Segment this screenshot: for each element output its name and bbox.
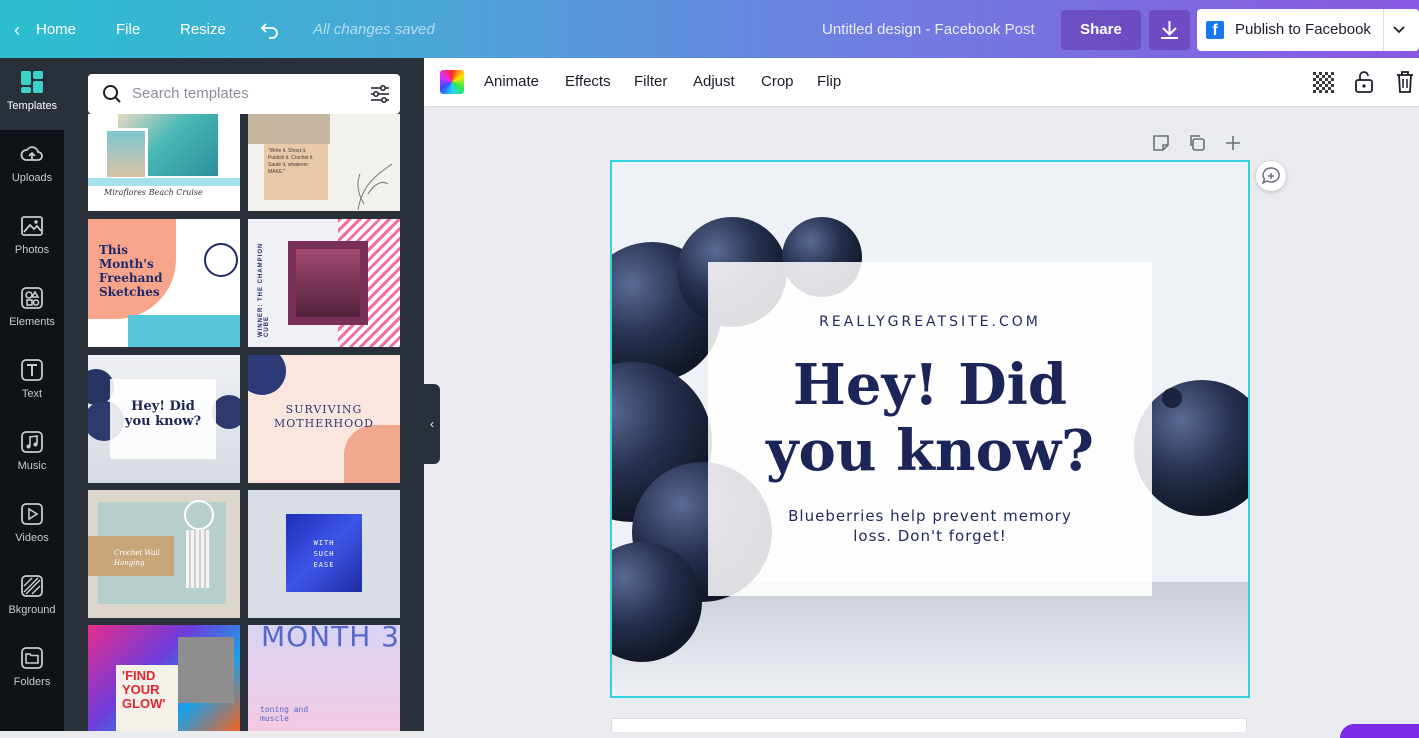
- rail-item-photos[interactable]: Photos: [0, 202, 64, 274]
- template-caption: Hey! Did you know?: [124, 399, 202, 429]
- body-line: Blueberries help prevent memory: [788, 507, 1072, 525]
- rail-label: Videos: [15, 532, 49, 544]
- template-thumbnail[interactable]: Hey! Did you know?: [88, 355, 240, 483]
- save-status: All changes saved: [313, 21, 435, 38]
- template-thumbnail[interactable]: Crochet Wall Hanging: [88, 490, 240, 618]
- template-caption: This Month's Freehand Sketches: [99, 243, 163, 299]
- rail-label: Text: [21, 388, 43, 400]
- template-thumbnail[interactable]: 'FIND YOUR GLOW': [88, 625, 240, 731]
- editor-toolbar: Animate Effects Filter Adjust Crop Flip: [424, 58, 1419, 107]
- upload-cloud-icon: [20, 146, 43, 161]
- template-caption: "Write it. Shoot it. Publish it. Crochet…: [268, 148, 314, 175]
- file-menu[interactable]: File: [116, 0, 140, 58]
- template-thumbnail[interactable]: MONTH 3 toning and muscle: [248, 625, 400, 731]
- search-icon: [103, 85, 121, 103]
- folder-icon: [21, 647, 43, 669]
- design-canvas[interactable]: REALLYGREATSITE.COM Hey! Did you know? B…: [610, 160, 1250, 698]
- headline-text[interactable]: Hey! Did you know?: [708, 352, 1152, 484]
- template-thumbnail[interactable]: "Write it. Shoot it. Publish it. Crochet…: [248, 114, 400, 211]
- templates-icon: [21, 71, 43, 93]
- top-bar: ‹ Home File Resize All changes saved Unt…: [0, 0, 1419, 58]
- chevron-down-icon[interactable]: [1392, 24, 1406, 36]
- animate-button[interactable]: Animate: [484, 58, 539, 106]
- home-button[interactable]: Home: [36, 0, 76, 58]
- rail-item-background[interactable]: Bkground: [0, 562, 64, 634]
- music-note-icon: [21, 431, 43, 453]
- filter-button[interactable]: Filter: [634, 58, 667, 106]
- note-icon[interactable]: [1152, 134, 1170, 152]
- flip-button[interactable]: Flip: [817, 58, 841, 106]
- rail-label: Uploads: [11, 172, 53, 184]
- add-comment-button[interactable]: [1256, 161, 1286, 191]
- download-button[interactable]: [1149, 10, 1190, 50]
- template-caption: SURVIVING MOTHERHOOD: [274, 403, 374, 430]
- rail-item-videos[interactable]: Videos: [0, 490, 64, 562]
- template-caption: 'FIND YOUR GLOW': [122, 668, 166, 711]
- color-picker-icon[interactable]: [440, 70, 464, 94]
- text-icon: [21, 359, 43, 381]
- chevron-left-icon[interactable]: ‹: [14, 0, 20, 58]
- unlock-icon[interactable]: [1354, 70, 1374, 94]
- effects-button[interactable]: Effects: [565, 58, 611, 106]
- help-button[interactable]: [1340, 724, 1419, 738]
- divider: [1383, 9, 1384, 51]
- adjust-button[interactable]: Adjust: [693, 58, 735, 106]
- template-subcaption: toning and muscle: [260, 705, 309, 723]
- rail-item-music[interactable]: Music: [0, 418, 64, 490]
- rail-label: Templates: [6, 100, 58, 112]
- next-page-preview[interactable]: [611, 718, 1247, 732]
- site-url-text[interactable]: REALLYGREATSITE.COM: [708, 314, 1152, 330]
- template-thumbnail[interactable]: This Month's Freehand Sketches: [88, 219, 240, 347]
- search-input[interactable]: Search templates: [132, 74, 249, 114]
- rail-label: Elements: [9, 316, 55, 328]
- template-thumbnail[interactable]: WINNER: THE CHAMPION CUBE: [248, 219, 400, 347]
- photo-icon: [21, 216, 43, 236]
- template-thumbnail[interactable]: SURVIVING MOTHERHOOD: [248, 355, 400, 483]
- body-line: loss. Don't forget!: [853, 527, 1007, 545]
- headline-line: you know?: [766, 418, 1094, 484]
- crop-button[interactable]: Crop: [761, 58, 794, 106]
- template-caption: WITH SUCH EASE: [313, 539, 335, 569]
- design-title[interactable]: Untitled design - Facebook Post: [822, 0, 1035, 58]
- trash-icon[interactable]: [1395, 70, 1415, 94]
- rail-label: Music: [17, 460, 47, 472]
- leaf-illustration: [357, 163, 393, 210]
- rail-label: Photos: [14, 244, 50, 256]
- rail-item-elements[interactable]: Elements: [0, 274, 64, 346]
- headline-line: Hey! Did: [792, 352, 1068, 418]
- filter-sliders-icon[interactable]: [369, 84, 391, 104]
- rail-item-text[interactable]: Text: [0, 346, 64, 418]
- template-caption: WINNER: THE CHAMPION CUBE: [258, 242, 270, 337]
- side-rail: Templates Uploads Photos Elements Text M…: [0, 58, 64, 731]
- rail-label: Folders: [13, 676, 51, 688]
- download-icon: [1161, 21, 1178, 39]
- transparency-icon[interactable]: [1313, 72, 1334, 93]
- duplicate-page-icon[interactable]: [1188, 134, 1206, 152]
- text-card: REALLYGREATSITE.COM Hey! Did you know? B…: [708, 262, 1152, 596]
- undo-icon[interactable]: [260, 0, 280, 58]
- body-text[interactable]: Blueberries help prevent memory loss. Do…: [780, 506, 1080, 546]
- video-play-icon: [21, 503, 43, 525]
- publish-facebook-button[interactable]: f Publish to Facebook: [1197, 9, 1419, 51]
- chevron-left-icon: ‹: [430, 417, 434, 431]
- collapse-panel-button[interactable]: ‹: [424, 384, 440, 464]
- template-thumbnail[interactable]: Miraflores Beach Cruise: [88, 114, 240, 211]
- share-button[interactable]: Share: [1061, 10, 1141, 50]
- facebook-icon: f: [1206, 21, 1224, 39]
- publish-label: Publish to Facebook: [1235, 21, 1371, 38]
- template-thumbnail[interactable]: WITH SUCH EASE: [248, 490, 400, 618]
- rail-item-uploads[interactable]: Uploads: [0, 130, 64, 202]
- search-templates-field[interactable]: Search templates: [88, 74, 400, 114]
- resize-button[interactable]: Resize: [180, 0, 226, 58]
- comment-icon: [1261, 167, 1280, 185]
- template-caption: MONTH 3: [260, 625, 400, 653]
- add-page-icon[interactable]: [1224, 134, 1242, 152]
- rail-item-folders[interactable]: Folders: [0, 634, 64, 706]
- rail-label: Bkground: [8, 604, 56, 616]
- shapes-icon: [21, 287, 43, 309]
- background-pattern-icon: [21, 575, 43, 597]
- template-caption: Crochet Wall Hanging: [114, 549, 160, 567]
- rail-item-templates[interactable]: Templates: [0, 58, 64, 130]
- template-caption: Miraflores Beach Cruise: [104, 188, 203, 197]
